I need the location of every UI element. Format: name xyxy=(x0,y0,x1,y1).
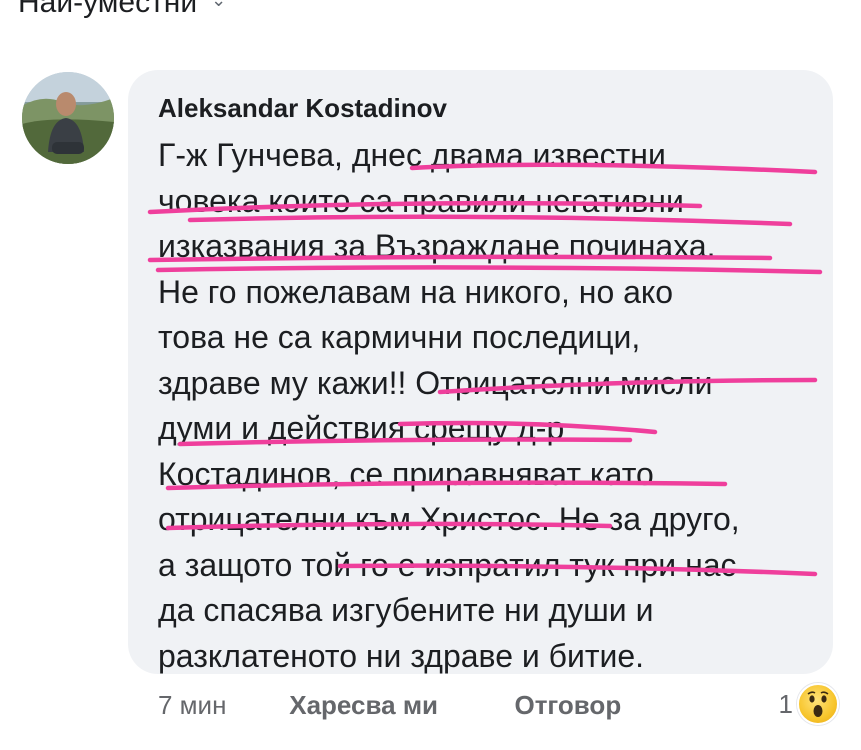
comment-line: човека които са правили негативни xyxy=(158,182,684,219)
profile-photo xyxy=(22,72,114,164)
reply-button[interactable]: Отговор xyxy=(514,690,621,720)
comment-line: да спасява изгубените ни души и xyxy=(158,592,654,628)
sort-label: Най-уместни xyxy=(18,0,198,19)
comment-author[interactable]: Aleksandar Kostadinov xyxy=(158,93,447,124)
like-button[interactable]: Харесва ми xyxy=(289,690,507,721)
wow-face-icon xyxy=(797,683,839,725)
reaction-count: 1 xyxy=(778,688,793,719)
comment-line: изказвания за Възраждане починаха. xyxy=(158,228,716,264)
comment-timestamp[interactable]: 7 мин xyxy=(158,690,282,721)
comment-text: Г-ж Гунчева, днес двама известни човека … xyxy=(158,133,818,679)
reaction-summary[interactable]: 1 xyxy=(778,683,839,725)
chevron-down-icon: ⌄ xyxy=(211,0,227,10)
comment-line: Не го пожелавам на никого, но ако xyxy=(158,273,674,310)
comment-line: а защото той го е изпратил тук при нас xyxy=(158,546,737,583)
comment-line: Костадинов, се приравняват като xyxy=(158,455,654,492)
comment-line: здраве му кажи!! Отрицателни мисли xyxy=(158,364,713,401)
comment-line: това не са кармични последици, xyxy=(158,319,641,355)
comment-line: отрицателни към Христос. Не за друго, xyxy=(158,501,740,537)
comment-line: Г-ж Гунчева, днес двама известни xyxy=(158,137,666,173)
comment-line: думи и действия срещу д-р xyxy=(158,410,565,446)
comment-line: разклатеното ни здраве и битие. xyxy=(158,637,645,674)
avatar[interactable] xyxy=(22,72,114,164)
comment-actions: 7 мин Харесва ми Отговор xyxy=(158,690,621,721)
sort-dropdown[interactable]: Най-уместни ⌄ xyxy=(18,0,226,20)
